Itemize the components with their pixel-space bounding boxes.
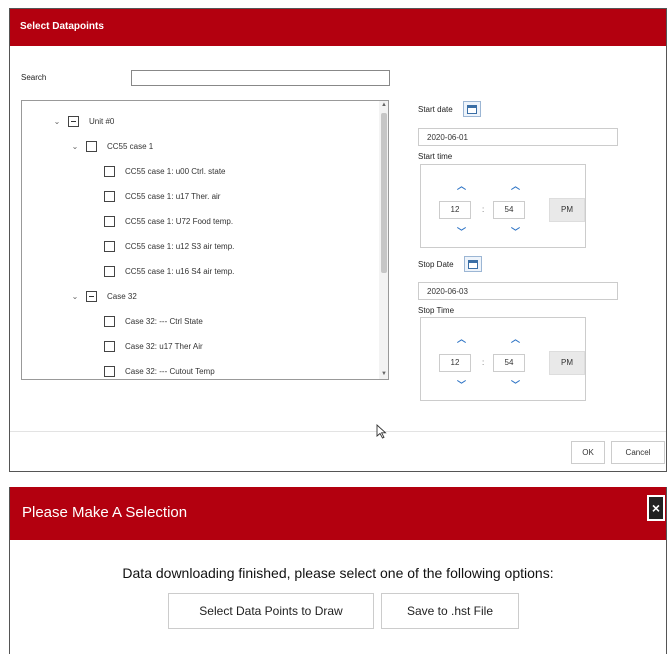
footer-divider xyxy=(10,431,666,432)
scroll-up-arrow-icon[interactable]: ▲ xyxy=(381,102,387,108)
tree-node[interactable]: ⌄ CC55 case 1 xyxy=(70,139,153,153)
datapoint-tree[interactable]: ⌄ Unit #0 ⌄ CC55 case 1 CC55 case 1: u00 Ctr… xyxy=(21,100,389,380)
start-date-label: Start date xyxy=(418,105,453,114)
stop-time-picker: ︿ ︿ 12 : 54 PM ﹀ ﹀ xyxy=(420,317,586,401)
tree-node[interactable]: CC55 case 1: u17 Ther. air xyxy=(104,189,220,203)
minute-down-chevron-icon[interactable]: ﹀ xyxy=(511,225,520,238)
stop-time-label: Stop Time xyxy=(418,306,455,315)
hour-down-chevron-icon[interactable]: ﹀ xyxy=(457,378,466,391)
tree-node-label: CC55 case 1 xyxy=(107,141,154,151)
tree-node[interactable]: Case 32: --- Ctrl State xyxy=(104,314,203,328)
tree-node-label: Case 32: --- Ctrl State xyxy=(125,316,203,326)
stop-date-input[interactable]: 2020-06-03 xyxy=(418,282,618,300)
tree-node[interactable]: CC55 case 1: U72 Food temp. xyxy=(104,214,233,228)
tree-node[interactable]: Case 32: u17 Ther Air xyxy=(104,339,203,353)
time-separator: : xyxy=(482,205,485,214)
scrollbar-thumb[interactable] xyxy=(381,113,387,273)
start-time-picker: ︿ ︿ 12 : 54 PM ﹀ ﹀ xyxy=(420,164,586,248)
dialog-message: Data downloading finished, please select… xyxy=(122,565,554,581)
scroll-down-arrow-icon[interactable]: ▼ xyxy=(381,371,387,377)
start-date-input[interactable]: 2020-06-01 xyxy=(418,128,618,146)
tree-node[interactable]: Case 32: --- Cutout Temp xyxy=(104,364,215,378)
make-selection-dialog: Please Make A Selection × Data downloadi… xyxy=(9,487,667,654)
stop-date-calendar-button[interactable] xyxy=(464,256,482,272)
time-separator: : xyxy=(482,358,485,367)
tree-node-label: CC55 case 1: u12 S3 air temp. xyxy=(125,241,235,251)
ok-button[interactable]: OK xyxy=(571,441,605,464)
tree-node-checkbox[interactable] xyxy=(86,140,97,152)
tree-node-label: Unit #0 xyxy=(89,116,115,126)
minute-down-chevron-icon[interactable]: ﹀ xyxy=(511,378,520,391)
save-hst-file-button[interactable]: Save to .hst File xyxy=(381,593,519,629)
minute-up-chevron-icon[interactable]: ︿ xyxy=(511,179,520,192)
dialog-title: Please Make A Selection xyxy=(22,504,188,521)
tree-node[interactable]: ⌄ Case 32 xyxy=(70,289,137,303)
close-icon[interactable]: × xyxy=(647,495,665,521)
tree-node[interactable]: ⌄ Unit #0 xyxy=(52,114,114,128)
tree-node-checkbox[interactable] xyxy=(104,240,115,252)
select-datapoints-dialog: Select Datapoints Search ⌄ Unit #0 ⌄ CC55 c… xyxy=(9,8,667,472)
expand-chevron-icon[interactable]: ⌄ xyxy=(52,117,62,126)
search-label: Search xyxy=(21,73,47,82)
tree-node-label: CC55 case 1: u16 S4 air temp. xyxy=(125,266,235,276)
tree-node-checkbox[interactable] xyxy=(104,340,115,352)
hour-up-chevron-icon[interactable]: ︿ xyxy=(457,179,466,192)
tree-node-label: CC55 case 1: u17 Ther. air xyxy=(125,191,221,201)
stop-minute-input[interactable]: 54 xyxy=(493,354,525,372)
tree-node[interactable]: CC55 case 1: u16 S4 air temp. xyxy=(104,264,234,278)
start-date-calendar-button[interactable] xyxy=(463,101,481,117)
tree-node-checkbox[interactable] xyxy=(104,315,115,327)
mouse-pointer-icon xyxy=(376,424,387,439)
search-input[interactable] xyxy=(131,70,390,86)
start-time-label: Start time xyxy=(418,152,453,161)
expand-chevron-icon[interactable]: ⌄ xyxy=(70,292,80,301)
tree-node-checkbox[interactable] xyxy=(68,115,79,127)
stop-hour-input[interactable]: 12 xyxy=(439,354,471,372)
stop-date-label: Stop Date xyxy=(418,260,454,269)
tree-node-checkbox[interactable] xyxy=(104,165,115,177)
tree-node-checkbox[interactable] xyxy=(104,190,115,202)
tree-node-checkbox[interactable] xyxy=(104,265,115,277)
cancel-button[interactable]: Cancel xyxy=(611,441,665,464)
hour-down-chevron-icon[interactable]: ﹀ xyxy=(457,225,466,238)
start-minute-input[interactable]: 54 xyxy=(493,201,525,219)
tree-node[interactable]: CC55 case 1: u12 S3 air temp. xyxy=(104,239,234,253)
expand-chevron-icon[interactable]: ⌄ xyxy=(70,142,80,151)
tree-node-label: CC55 case 1: U72 Food temp. xyxy=(125,216,234,226)
dialog-header: Please Make A Selection × xyxy=(10,487,666,540)
tree-node-label: Case 32 xyxy=(107,291,137,301)
tree-scrollbar[interactable]: ▲ ▼ xyxy=(379,101,388,379)
start-ampm-toggle[interactable]: PM xyxy=(549,198,585,222)
tree-node[interactable]: CC55 case 1: u00 Ctrl. state xyxy=(104,164,226,178)
tree-node-label: Case 32: --- Cutout Temp xyxy=(125,366,215,376)
stop-ampm-toggle[interactable]: PM xyxy=(549,351,585,375)
tree-node-checkbox[interactable] xyxy=(104,215,115,227)
select-data-points-button[interactable]: Select Data Points to Draw xyxy=(168,593,374,629)
tree-node-label: Case 32: u17 Ther Air xyxy=(125,341,203,351)
start-hour-input[interactable]: 12 xyxy=(439,201,471,219)
dialog-title: Select Datapoints xyxy=(20,21,104,32)
calendar-icon xyxy=(468,259,478,269)
tree-node-checkbox[interactable] xyxy=(104,365,115,377)
minute-up-chevron-icon[interactable]: ︿ xyxy=(511,332,520,345)
tree-node-checkbox[interactable] xyxy=(86,290,97,302)
hour-up-chevron-icon[interactable]: ︿ xyxy=(457,332,466,345)
calendar-icon xyxy=(467,104,477,114)
dialog-header: Select Datapoints xyxy=(10,9,666,46)
tree-node-label: CC55 case 1: u00 Ctrl. state xyxy=(125,166,226,176)
